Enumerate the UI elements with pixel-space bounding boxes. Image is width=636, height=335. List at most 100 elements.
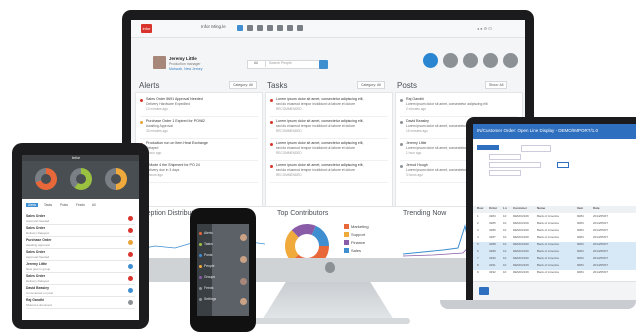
list-item[interactable]: Sales Order Delivery Delayed	[26, 273, 135, 285]
avatar[interactable]	[240, 298, 247, 305]
menu-dot-icon	[199, 232, 202, 235]
documents-icon[interactable]	[503, 53, 518, 68]
table-row[interactable]: 4 3287 10 DEMO2109 Bank of America 9084 2014/0…	[473, 235, 636, 242]
menu-item-feeds[interactable]: Feeds	[204, 286, 213, 290]
cart-icon[interactable]	[297, 25, 303, 31]
tab-posts[interactable]: Posts	[60, 203, 68, 207]
alerts-filter[interactable]: Category: All	[229, 81, 257, 89]
list-item[interactable]: Sales Order 5691 Approval Needed Delivery…	[140, 96, 258, 117]
people-icon[interactable]	[443, 53, 458, 68]
table-row[interactable]: 6 3289 10 DEMO2109 Bank of America 9084 2014/0…	[473, 249, 636, 256]
list-item[interactable]: Lorem ipsum dolor sit amet, consectetur …	[270, 162, 388, 183]
menu-item-posts[interactable]: Posts	[204, 253, 212, 257]
table-cell: 2014/05/07	[593, 256, 609, 260]
user-icon	[400, 143, 403, 146]
menu-item-groups[interactable]: Groups	[204, 275, 215, 279]
tab-feeds[interactable]: Feeds	[76, 203, 85, 207]
table-cell: Bank of America	[537, 221, 559, 225]
settings-icon[interactable]	[287, 25, 293, 31]
table-cell: 5	[477, 242, 479, 246]
legend-swatch	[344, 240, 349, 245]
chart-icon[interactable]	[247, 25, 253, 31]
laptop-filter-form	[477, 145, 633, 179]
table-cell: 3288	[489, 242, 496, 246]
download-icon[interactable]	[267, 25, 273, 31]
sort-select[interactable]	[521, 145, 551, 152]
brand-logo[interactable]: infor	[141, 24, 152, 33]
list-item[interactable]: David Beasley Commented on post	[26, 285, 135, 297]
kpi-donut-hole	[111, 174, 121, 184]
table-row[interactable]: 9 3292 10 DEMO2109 Bank of America 9084 2014/0…	[473, 270, 636, 277]
status-badge	[128, 276, 133, 281]
share-icon[interactable]: ◂ ● ⚙ ⊡	[477, 26, 492, 31]
table-row[interactable]: 8 3291 10 DEMO2109 Bank of America 9084 2014/0…	[473, 263, 636, 270]
list-item[interactable]: Purchase Order Awaiting approval	[26, 237, 135, 249]
table-cell: Bank of America	[537, 249, 559, 253]
list-item[interactable]: Jeremy Little New post in group	[26, 261, 135, 273]
avatar[interactable]	[240, 234, 247, 241]
legend-swatch	[344, 232, 349, 237]
table-cell: 10	[503, 235, 507, 239]
user-location[interactable]: Mahwah, New Jersey	[169, 67, 202, 71]
date-field[interactable]	[489, 170, 521, 176]
list-item[interactable]: Raj Gandhi Shared a document	[26, 297, 135, 309]
tab-all[interactable]: All	[92, 203, 96, 207]
app-icon[interactable]	[237, 25, 243, 31]
alerts-panel: Sales Order 5691 Approval Needed Delivery…	[135, 92, 263, 214]
table-cell: 9084	[577, 235, 584, 239]
search-button[interactable]	[319, 60, 328, 69]
home-icon[interactable]	[423, 53, 438, 68]
alerts-title: Alerts	[139, 81, 160, 90]
posts-filter[interactable]: Show: All	[485, 81, 508, 89]
tasks-filter[interactable]: Category: All	[357, 81, 385, 89]
list-item[interactable]: Lorem ipsum dolor sit amet, consectetur …	[270, 118, 388, 139]
facility-field[interactable]	[489, 154, 521, 160]
list-item[interactable]: A Mode 4 the Shipment for PO 24 Delivery …	[140, 162, 258, 183]
search-scope-select[interactable]: All	[247, 60, 266, 67]
user-icon	[400, 121, 403, 124]
table-cell: 2014/05/07	[593, 221, 609, 225]
menu-item-tasks[interactable]: Tasks	[204, 242, 213, 246]
table-cell: DEMO2109	[513, 228, 529, 232]
tablet-title: Infor	[72, 155, 81, 160]
search-button[interactable]	[557, 162, 569, 168]
apple-logo-icon	[325, 262, 335, 273]
table-cell: 7	[477, 256, 479, 260]
list-item[interactable]: Lorem ipsum dolor sit amet, consectetur …	[270, 140, 388, 161]
inbox-icon[interactable]	[463, 53, 478, 68]
menu-item-alerts[interactable]: Alerts	[204, 231, 213, 235]
avatar[interactable]	[240, 278, 247, 285]
list-item[interactable]: Raj Gandhi Lorem ipsum dolor sit amet, co…	[400, 96, 518, 117]
table-row[interactable]: 1 3284 10 DEMO2109 Bank of America 9084 2014/0…	[473, 214, 636, 221]
laptop-base	[440, 300, 636, 309]
avatar[interactable]	[240, 256, 247, 263]
menu-item-people[interactable]: People	[204, 264, 215, 268]
table-cell: 3291	[489, 263, 496, 267]
list-item[interactable]: Sales Order Delivery Delayed	[26, 225, 135, 237]
table-cell: 6	[477, 249, 479, 253]
avatar[interactable]	[153, 56, 166, 69]
status-field[interactable]	[489, 162, 541, 168]
menu-item-settings[interactable]: Settings	[204, 297, 216, 301]
user-name[interactable]: Jeremy Little	[169, 56, 197, 61]
table-row[interactable]: 7 3290 10 DEMO2109 Bank of America 9084 2014/0…	[473, 256, 636, 263]
next-page-button[interactable]	[479, 287, 489, 295]
tab-alerts[interactable]: Alerts	[26, 203, 39, 207]
list-item[interactable]: Production run on Item Heat Exchange Dela…	[140, 140, 258, 161]
tab-tasks[interactable]: Tasks	[44, 203, 52, 207]
table-cell: 3287	[489, 235, 496, 239]
table-cell: DEMO2109	[513, 270, 529, 274]
list-item[interactable]: Sales Order Approval Needed	[26, 249, 135, 261]
calendar-icon[interactable]	[483, 53, 498, 68]
list-item[interactable]: Sales Order Approval Needed	[26, 213, 135, 225]
table-cell: DEMO2109	[513, 235, 529, 239]
list-item[interactable]: Lorem ipsum dolor sit amet, consectetur …	[270, 96, 388, 117]
table-row[interactable]: 2 3285 10 DEMO2109 Bank of America 9084 2014/0…	[473, 221, 636, 228]
list-item[interactable]: Purchase Order 1 Expired for PO982 Awaiti…	[140, 118, 258, 139]
monitor-icon[interactable]	[257, 25, 263, 31]
apply-button[interactable]	[477, 145, 499, 150]
search-placeholder: Search People	[269, 61, 292, 65]
table-row[interactable]: 5 3288 10 DEMO2109 Bank of America 9084 2014/0…	[473, 242, 636, 249]
table-row[interactable]: 3 3286 10 DEMO2109 Bank of America 9084 2014/0…	[473, 228, 636, 235]
document-icon[interactable]	[277, 25, 283, 31]
